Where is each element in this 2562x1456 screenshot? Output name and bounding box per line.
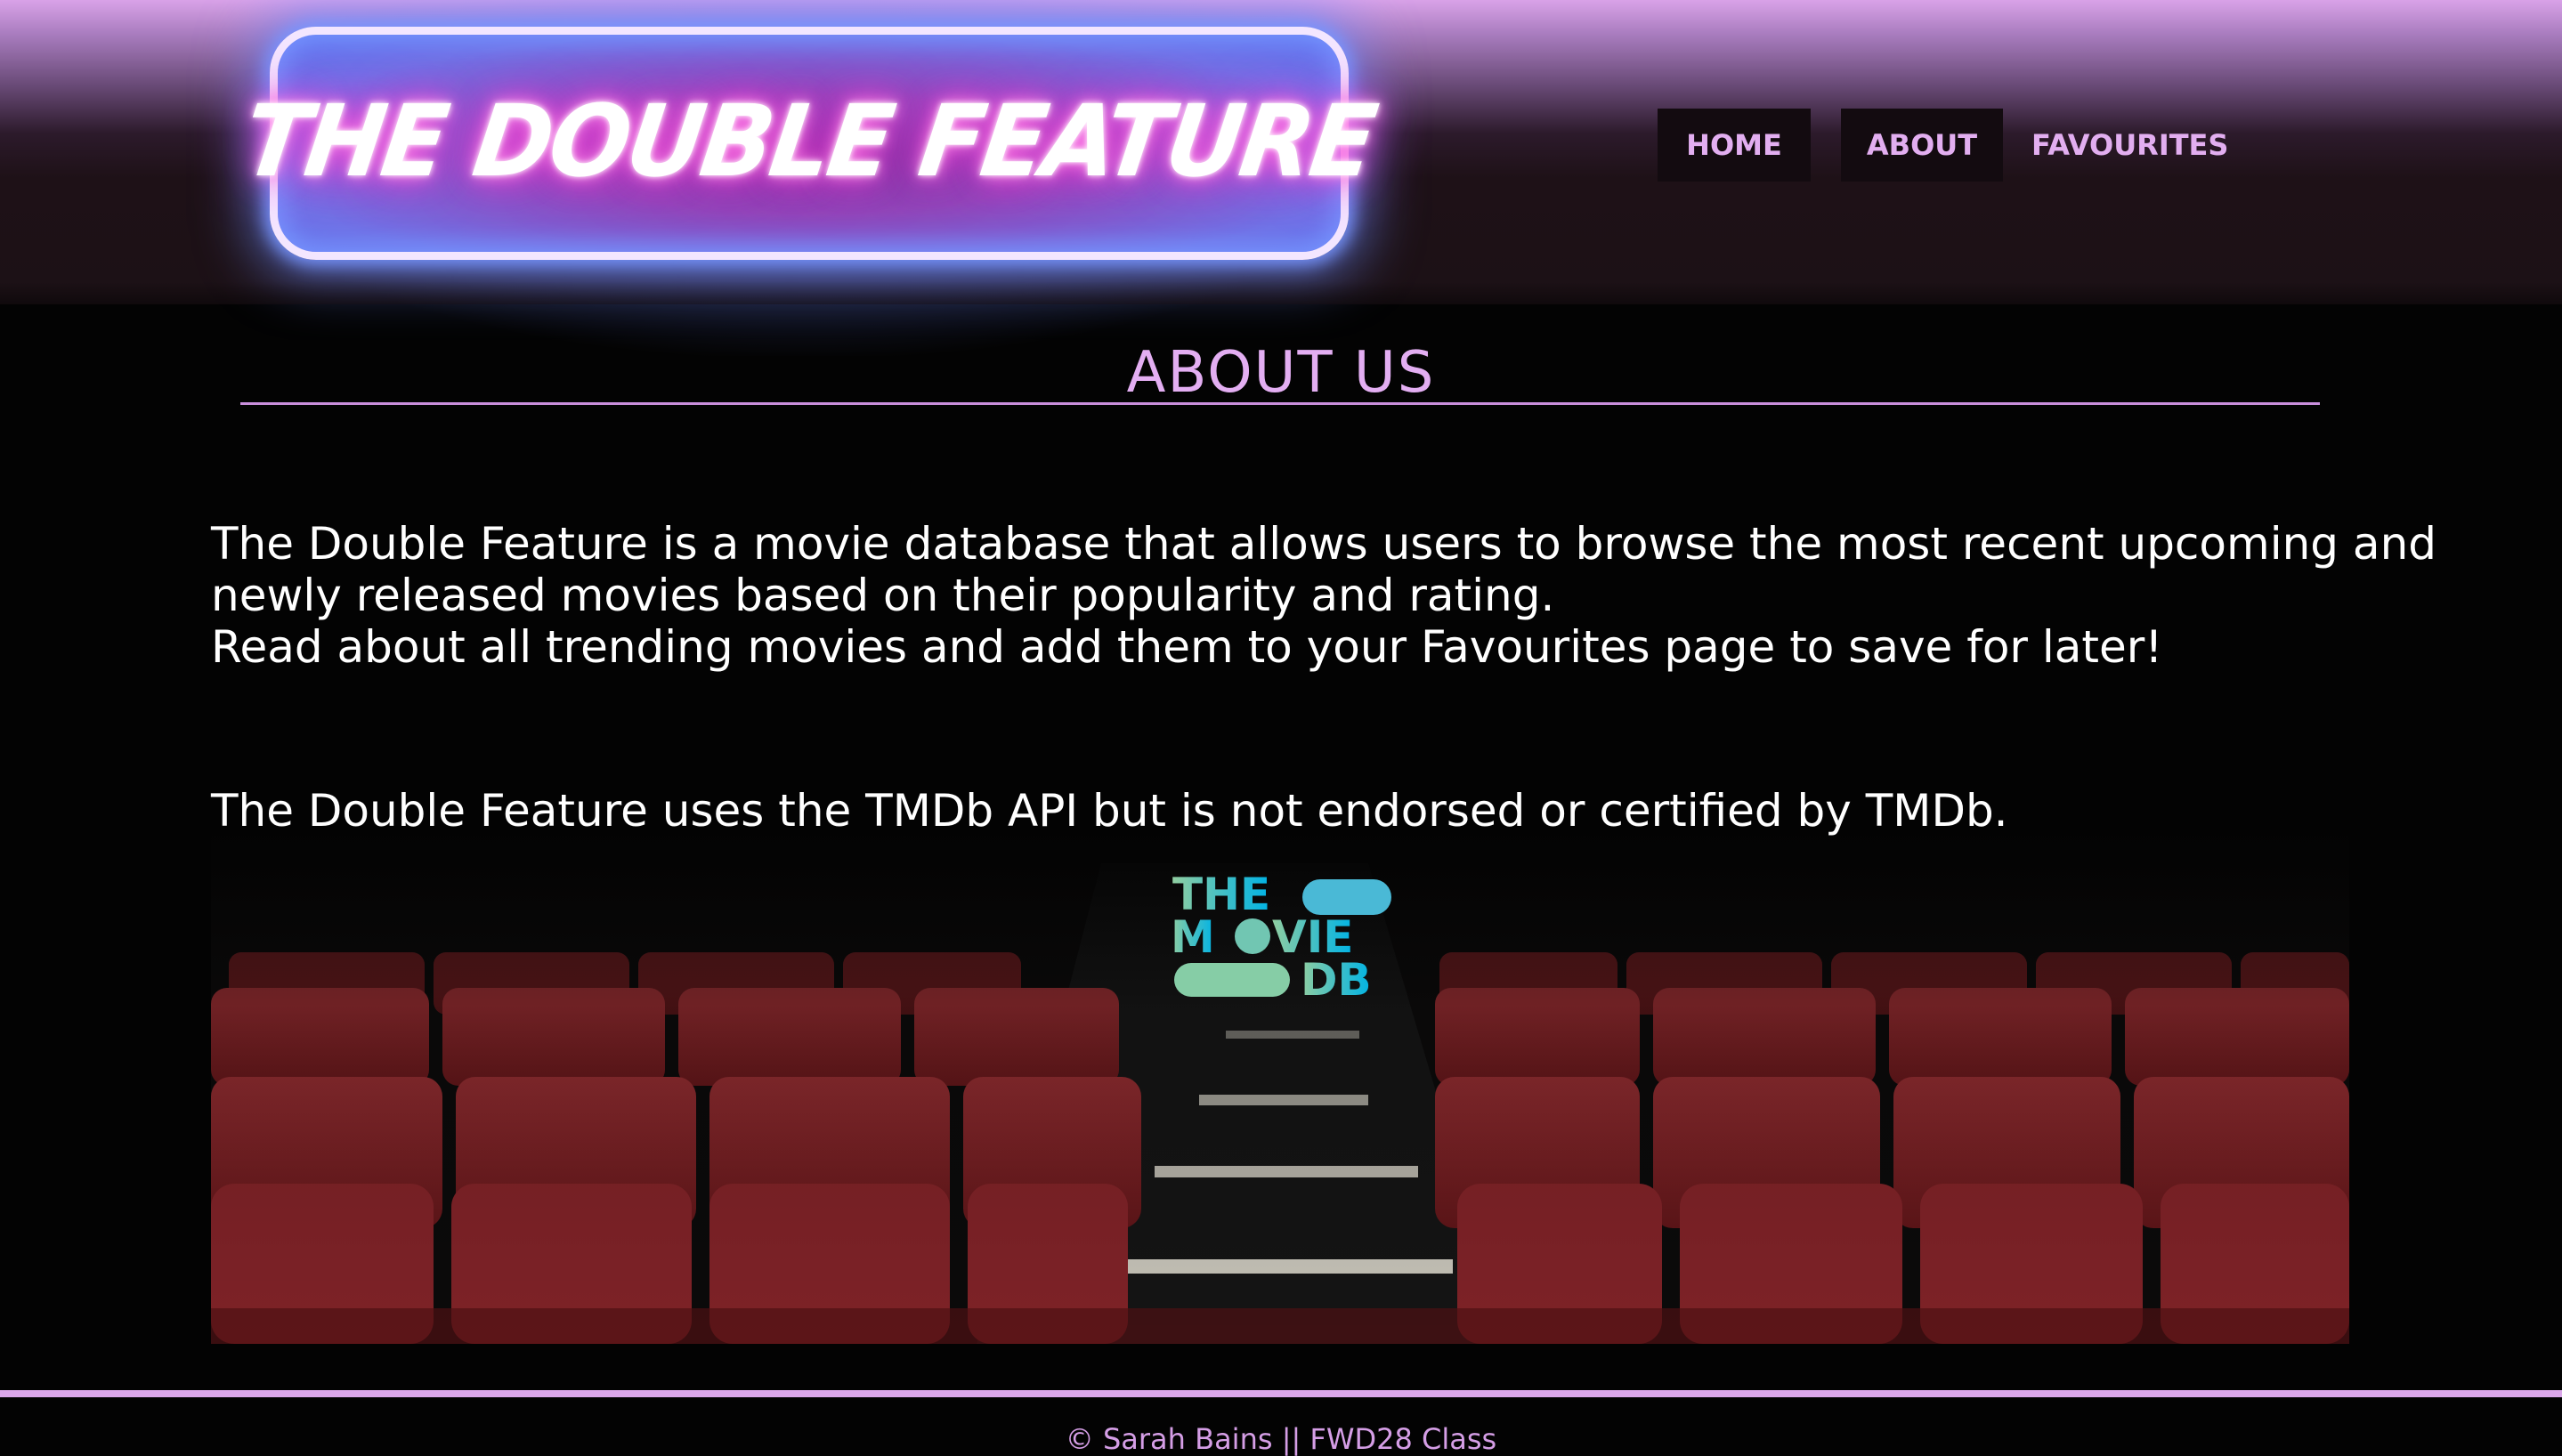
tmdb-logo[interactable]: THE M VIE DB xyxy=(1171,869,1395,1006)
tmdb-line-2a: M xyxy=(1171,911,1215,963)
site-header: THE DOUBLE FEATURE HOME ABOUT FAVOURITES xyxy=(0,0,2562,356)
nav-favourites-link[interactable]: FAVOURITES xyxy=(2031,109,2228,182)
about-paragraph-2: Read about all trending movies and add t… xyxy=(211,621,2163,673)
nav-about-link[interactable]: ABOUT xyxy=(1841,109,2003,182)
tmdb-disclaimer: The Double Feature uses the TMDb API but… xyxy=(211,785,2008,837)
about-paragraph-1: The Double Feature is a movie database t… xyxy=(211,518,2436,621)
about-copy: The Double Feature is a movie database t… xyxy=(211,518,2543,673)
footer-divider xyxy=(0,1390,2562,1397)
site-logo[interactable]: THE DOUBLE FEATURE xyxy=(237,27,1382,260)
logo-text: THE DOUBLE FEATURE xyxy=(237,83,1382,198)
title-divider xyxy=(240,402,2320,405)
footer-copyright: © Sarah Bains || FWD28 Class xyxy=(1065,1422,1497,1456)
tmdb-logo-graphic: THE M VIE DB xyxy=(1171,869,1391,1006)
nav-home-link[interactable]: HOME xyxy=(1658,109,1811,182)
about-section: ABOUT US The Double Feature is a movie d… xyxy=(0,304,2562,1388)
tmdb-line-3: DB xyxy=(1301,954,1372,999)
page-title: ABOUT US xyxy=(1126,340,1436,406)
